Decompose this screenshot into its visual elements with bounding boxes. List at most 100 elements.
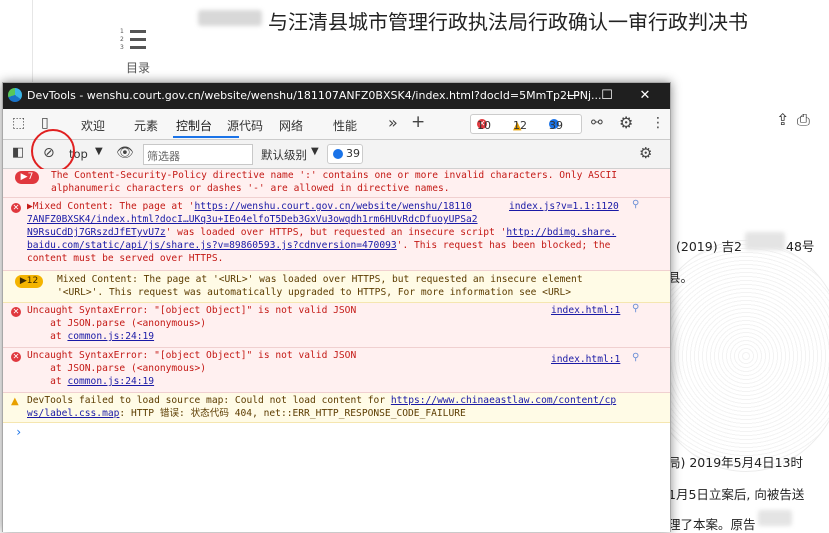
console-output: ▶7 The Content-Security-Policy directive… [3,169,670,532]
case-number-suffix: 48号 [786,239,815,254]
devtools-titlebar[interactable]: DevTools - wenshu.court.gov.cn/website/w… [3,83,670,109]
stack-frame-link[interactable]: common.js:24:19 [67,376,154,387]
more-options-icon[interactable]: ⋮ [651,115,665,131]
stack-frame-link[interactable]: common.js:24:19 [67,331,154,342]
maximize-icon[interactable]: ☐ [597,86,617,106]
redacted-name [198,10,262,26]
devtools-tabbar: ⬚ ▯ 欢迎 元素 控制台 源代码 网络 性能 » + ✕ 10 ▲ 12 39 … [3,109,670,140]
search-icon[interactable]: ⚲ [632,352,639,365]
add-tab-icon[interactable]: + [411,112,425,132]
window-title: DevTools - wenshu.court.gov.cn/website/w… [27,89,602,102]
source-link[interactable]: index.html:1 [551,305,620,318]
warning-icon: ▲ [11,396,19,407]
chevron-down-icon[interactable]: ▼ [311,146,319,157]
message-text: DevTools failed to load source map: Coul… [27,395,391,406]
issues-button[interactable]: 39 [327,144,363,164]
issues-icon [333,149,343,159]
issues-count: 39 [346,147,360,160]
active-tab-indicator [173,136,239,138]
source-link[interactable]: index.html:1 [551,354,620,367]
message-text: Mixed Content: The page at ' [32,201,195,212]
body-text: 局) 2019年5月4日13时 [668,455,803,470]
tab-welcome[interactable]: 欢迎 [81,117,105,134]
console-message[interactable]: ▲ DevTools failed to load source map: Co… [3,393,670,423]
script-url-link[interactable]: baidu.com/static/api/js/share.js?v=89860… [27,240,397,251]
log-level-select[interactable]: 默认级别 [261,147,307,163]
message-text: : HTTP 错误: 状态代码 404, net::ERR_HTTP_RESPO… [119,408,466,419]
console-message[interactable]: ✕ Uncaught SyntaxError: "[object Object]… [3,303,670,348]
sidebar-toggle-icon[interactable]: ◧ [12,145,24,160]
page-url-link[interactable]: https://wenshu.court.gov.cn/website/wens… [195,201,472,212]
download-icon[interactable]: ⇪ [776,110,789,129]
stack-frame: at JSON.parse (<anonymous>) [27,318,207,329]
chevron-down-icon[interactable]: ▼ [95,146,103,157]
toc-button[interactable]: 1 2 3 目录 [114,28,154,75]
error-icon: ✕ [11,203,21,213]
minimize-icon[interactable]: — [563,86,583,106]
tab-elements[interactable]: 元素 [134,117,158,134]
document-title: 与汪清县城市管理行政执法局行政确认一审行政判决书 [268,10,748,34]
body-text: 1月5日立案后, 向被告送 [668,487,805,502]
body-text: 理了本案。原告 [668,517,756,532]
gear-icon[interactable]: ⚙ [619,113,633,132]
tab-sources[interactable]: 源代码 [227,117,263,134]
toc-label: 目录 [126,61,151,75]
toc-icon-bar [130,38,146,41]
sourcemap-url-link[interactable]: ws/label.css.map [27,408,119,419]
stack-frame-prefix: at [27,331,68,342]
print-icon[interactable]: ⎙ [797,110,810,130]
message-text: content must be served over HTTPS. [27,253,224,264]
redacted-name [758,510,792,526]
page-url-link[interactable]: 7ANFZ0BXSK4/index.html?docI…UKq3u+IEo4el… [27,214,478,225]
filter-input[interactable]: 筛选器 [143,144,253,165]
tab-network[interactable]: 网络 [279,117,303,134]
warning-count: 12 [513,119,527,132]
close-icon[interactable]: ✕ [635,86,655,106]
source-link[interactable]: index.js?v=1.1:1120 [509,201,619,214]
console-prompt[interactable]: › [15,426,22,439]
console-settings-icon[interactable]: ⚙ [639,144,652,162]
stack-frame: at JSON.parse (<anonymous>) [27,363,207,374]
eye-icon[interactable]: 👁 [116,145,134,161]
toc-icon [130,30,146,33]
console-toolbar: ◧ ⊘ top ▼ 👁 筛选器 默认级别 ▼ 39 ⚙ [3,140,670,169]
console-message[interactable]: ✕ Uncaught SyntaxError: "[object Object]… [3,348,670,393]
count-value: 7 [27,172,34,182]
console-message[interactable]: ✕ ▶Mixed Content: The page at 'https://w… [3,198,670,271]
search-icon[interactable]: ⚲ [632,303,639,316]
more-tabs-icon[interactable]: » [388,113,398,132]
devtools-window: DevTools - wenshu.court.gov.cn/website/w… [2,82,671,532]
message-count-badge: ▶12 [15,275,43,288]
filter-placeholder: 筛选器 [147,150,180,163]
console-message[interactable]: ▶7 The Content-Security-Policy directive… [3,169,670,198]
error-count: 10 [477,119,491,132]
info-count: 39 [549,119,563,132]
toc-number: 2 [120,36,124,43]
message-text: The Content-Security-Policy directive na… [51,170,618,181]
sourcemap-url-link[interactable]: https://www.chinaeastlaw.com/content/cp [391,395,616,406]
tab-performance[interactable]: 性能 [333,117,357,134]
toc-number: 1 [120,28,124,35]
script-url-link[interactable]: http://bdimg.share. [506,227,616,238]
toc-number: 3 [120,44,124,51]
redacted-case [745,232,785,250]
count-value: 12 [26,276,39,286]
inspect-element-icon[interactable]: ⬚ [12,115,25,131]
case-number-prefix: (2019) 吉2 [676,239,742,254]
message-count-badge: ▶7 [15,171,39,184]
connection-icon[interactable]: ⚯ [591,115,603,131]
annotation-circle [31,129,75,173]
stack-frame-prefix: at [27,376,68,387]
search-icon[interactable]: ⚲ [632,199,639,212]
issue-counts[interactable]: ✕ 10 ▲ 12 39 [470,114,582,134]
message-text: Uncaught SyntaxError: "[object Object]" … [27,305,357,316]
error-icon: ✕ [11,307,21,317]
message-text: Uncaught SyntaxError: "[object Object]" … [27,350,357,361]
body-text: 县。 [668,270,694,285]
error-icon: ✕ [11,352,21,362]
page-url-link[interactable]: N9RsuCdDj7GRszdJfETyvU7z [27,227,166,238]
message-text: '<URL>'. This request was automatically … [57,287,572,298]
console-message[interactable]: ▶12 Mixed Content: The page at '<URL>' w… [3,271,670,303]
message-text: Mixed Content: The page at '<URL>' was l… [57,274,583,285]
tab-console[interactable]: 控制台 [176,117,212,134]
